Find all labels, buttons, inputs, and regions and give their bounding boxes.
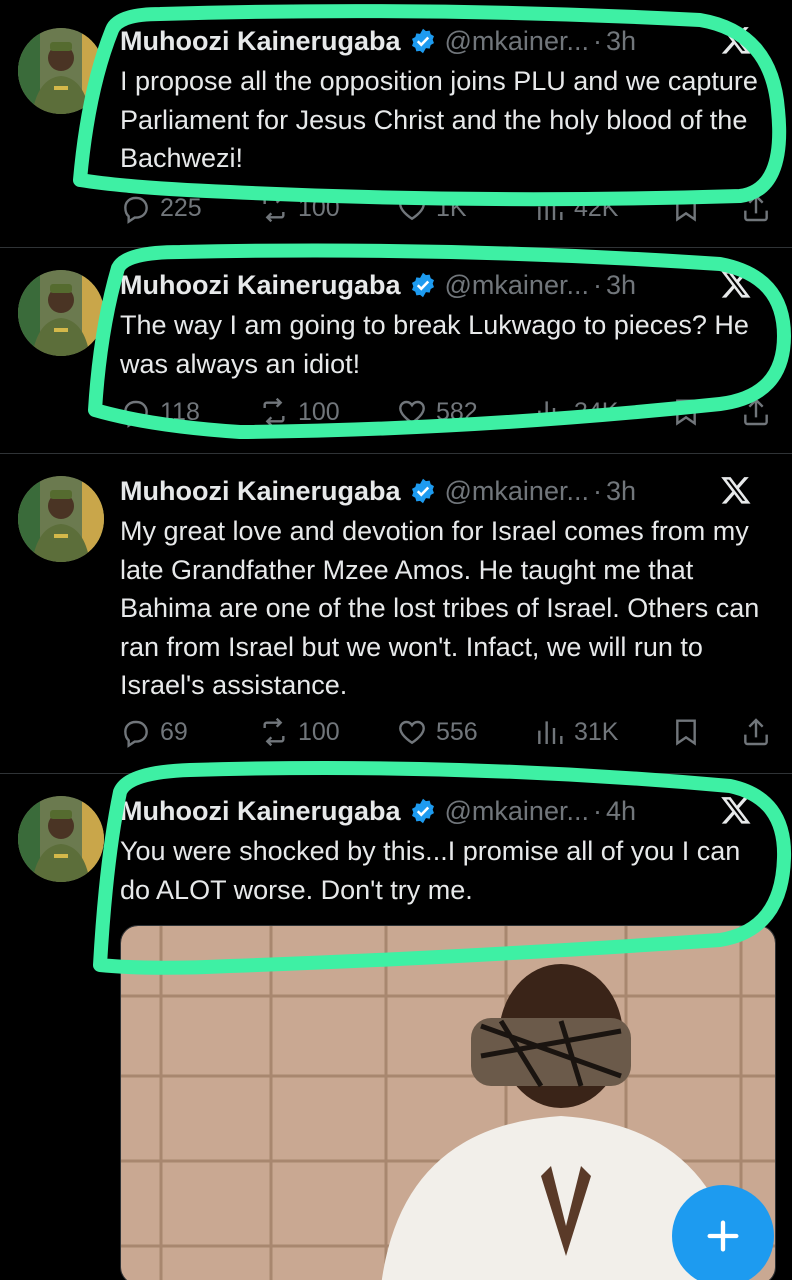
tweet-text: You were shocked by this...I promise all… <box>120 836 741 905</box>
bookmark-button[interactable] <box>670 714 702 750</box>
x-logo-icon <box>721 797 751 824</box>
repost-count: 100 <box>298 397 340 426</box>
repost-icon <box>263 717 285 747</box>
timestamp[interactable]: 3h <box>606 270 636 301</box>
author-name[interactable]: Muhoozi Kainerugaba <box>120 796 401 827</box>
views-count: 42K <box>574 193 619 222</box>
author-handle[interactable]: @mkainer... <box>445 26 589 57</box>
reply-icon <box>124 196 148 224</box>
views-button[interactable]: 42K <box>534 190 618 226</box>
tweet-header: Muhoozi Kainerugaba @mkainer... · 3h <box>120 24 772 58</box>
like-count: 1K <box>436 193 467 222</box>
share-button[interactable] <box>740 190 772 226</box>
action-bar: 69 100 556 31K <box>120 714 776 750</box>
author-handle[interactable]: @mkainer... <box>445 796 589 827</box>
views-button[interactable]: 34K <box>534 394 618 430</box>
share-icon <box>744 718 768 746</box>
tweet[interactable]: Muhoozi Kainerugaba @mkainer... · 3h The… <box>0 248 792 454</box>
action-bar: 225 100 1K 42K <box>120 190 776 226</box>
share-button[interactable] <box>740 714 772 750</box>
verified-badge-icon <box>411 272 434 298</box>
timestamp[interactable]: 3h <box>606 26 636 57</box>
avatar[interactable] <box>18 476 104 562</box>
verified-badge-icon <box>411 798 434 824</box>
separator-dot: · <box>592 475 602 506</box>
repost-button[interactable]: 100 <box>258 190 340 226</box>
compose-plus-icon <box>707 1220 739 1252</box>
views-icon <box>538 197 563 220</box>
repost-count: 100 <box>298 193 340 222</box>
tweet-text: My great love and devotion for Israel co… <box>120 516 760 700</box>
like-button[interactable]: 1K <box>396 190 467 226</box>
verified-badge-icon <box>411 28 434 54</box>
bookmark-button[interactable] <box>670 190 702 226</box>
author-name[interactable]: Muhoozi Kainerugaba <box>120 476 401 507</box>
separator-dot: · <box>592 25 602 56</box>
separator-dot: · <box>592 269 602 300</box>
share-icon <box>744 194 768 222</box>
like-button[interactable]: 556 <box>396 714 478 750</box>
avatar[interactable] <box>18 28 104 114</box>
share-icon <box>744 398 768 426</box>
author-name[interactable]: Muhoozi Kainerugaba <box>120 270 401 301</box>
reply-count: 118 <box>160 397 200 426</box>
author-handle[interactable]: @mkainer... <box>445 476 589 507</box>
compose-button[interactable] <box>672 1185 774 1280</box>
like-icon <box>399 400 425 425</box>
repost-icon <box>263 397 285 427</box>
views-button[interactable]: 31K <box>534 714 618 750</box>
separator-dot: · <box>592 795 602 826</box>
repost-button[interactable]: 100 <box>258 394 340 430</box>
reply-count: 225 <box>160 193 202 222</box>
like-count: 556 <box>436 717 478 746</box>
like-count: 582 <box>436 397 478 426</box>
views-count: 31K <box>574 717 619 746</box>
bookmark-icon <box>676 719 696 746</box>
share-button[interactable] <box>740 394 772 430</box>
bookmark-icon <box>676 195 696 222</box>
x-logo-icon <box>721 271 751 298</box>
tweet-header: Muhoozi Kainerugaba @mkainer... · 4h <box>120 794 772 828</box>
reply-icon <box>124 400 148 428</box>
tweet-text: The way I am going to break Lukwago to p… <box>120 310 749 379</box>
bookmark-button[interactable] <box>670 394 702 430</box>
author-handle[interactable]: @mkainer... <box>445 270 589 301</box>
reply-count: 69 <box>160 717 188 746</box>
repost-count: 100 <box>298 717 340 746</box>
x-logo-icon <box>721 27 751 54</box>
author-name[interactable]: Muhoozi Kainerugaba <box>120 26 401 57</box>
avatar[interactable] <box>18 796 104 882</box>
reply-button[interactable]: 69 <box>120 714 188 750</box>
reply-icon <box>124 720 148 748</box>
tweet-header: Muhoozi Kainerugaba @mkainer... · 3h <box>120 268 772 302</box>
views-count: 34K <box>574 397 619 426</box>
x-logo-icon <box>721 477 751 504</box>
tweet[interactable]: Muhoozi Kainerugaba @mkainer... · 3h My … <box>0 454 792 774</box>
like-icon <box>399 196 425 221</box>
timestamp[interactable]: 3h <box>606 476 636 507</box>
repost-icon <box>263 193 285 223</box>
tweet[interactable]: Muhoozi Kainerugaba @mkainer... · 3h I p… <box>0 0 792 248</box>
avatar[interactable] <box>18 270 104 356</box>
timestamp[interactable]: 4h <box>606 796 636 827</box>
like-button[interactable]: 582 <box>396 394 478 430</box>
reply-button[interactable]: 225 <box>120 190 202 226</box>
verified-badge-icon <box>411 478 434 504</box>
views-icon <box>538 401 563 424</box>
views-icon <box>538 721 563 744</box>
like-icon <box>399 720 425 745</box>
action-bar: 118 100 582 34K <box>120 394 776 430</box>
bookmark-icon <box>676 399 696 426</box>
reply-button[interactable]: 118 <box>120 394 200 430</box>
tweet-header: Muhoozi Kainerugaba @mkainer... · 3h <box>120 474 772 508</box>
tweet-text: I propose all the opposition joins PLU a… <box>120 66 758 173</box>
repost-button[interactable]: 100 <box>258 714 340 750</box>
